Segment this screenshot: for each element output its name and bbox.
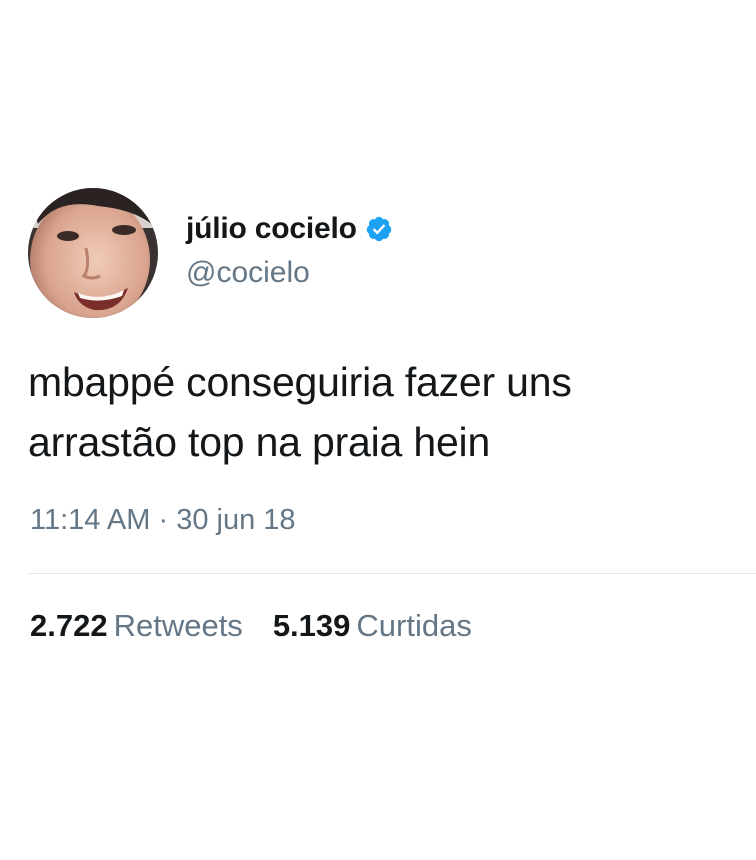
likes-label: Curtidas (356, 608, 472, 643)
tweet-text-line-2: arrastão top na praia hein (28, 419, 491, 465)
retweets-label: Retweets (113, 608, 243, 643)
retweets-stat[interactable]: 2.722 Retweets (30, 608, 243, 644)
divider (28, 573, 756, 574)
display-name-row: júlio cocielo (186, 212, 393, 246)
display-name[interactable]: júlio cocielo (186, 212, 357, 246)
tweet-header: júlio cocielo @cocielo (28, 188, 393, 318)
likes-count: 5.139 (272, 608, 351, 643)
avatar[interactable] (28, 188, 158, 318)
retweets-count: 2.722 (30, 608, 108, 643)
tweet-timestamp[interactable]: 11:14 AM · 30 jun 18 (30, 504, 296, 537)
author-names: júlio cocielo @cocielo (186, 212, 393, 290)
tweet-stats: 2.722 Retweets 5.139 Curtidas (30, 608, 502, 644)
tweet-text-line-1: mbappé conseguiria fazer uns (28, 359, 572, 405)
timestamp-separator: · (158, 504, 169, 536)
tweet-time: 11:14 AM (30, 504, 151, 536)
user-handle[interactable]: @cocielo (186, 256, 393, 290)
tweet-date: 30 jun 18 (176, 504, 296, 536)
verified-badge-icon (365, 215, 393, 243)
tweet-text: mbappé conseguiria fazer uns arrastão to… (28, 352, 738, 472)
likes-stat[interactable]: 5.139 Curtidas (273, 608, 472, 644)
